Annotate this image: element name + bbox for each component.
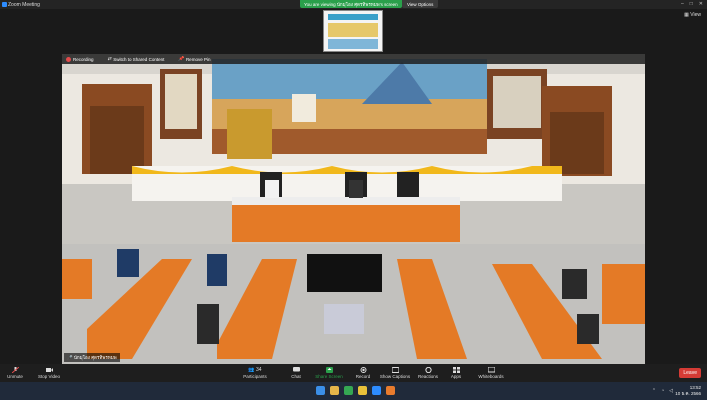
record-label: Record xyxy=(355,374,371,379)
view-label: View xyxy=(690,12,701,18)
mic-muted-icon: 🎤 xyxy=(67,355,74,360)
reactions-button[interactable]: Reactions xyxy=(416,364,440,382)
recording-indicator[interactable]: Recording xyxy=(66,56,94,62)
video-top-bar: Recording ⇄ Switch to Shared Content 📌 Rem… xyxy=(62,54,645,64)
switch-shared-content-button[interactable]: ⇄ Switch to Shared Content xyxy=(108,56,165,62)
share-screen-icon xyxy=(325,367,333,373)
shared-screen-thumbnail[interactable] xyxy=(323,10,383,52)
thumbnail-header xyxy=(328,14,378,20)
view-options-button[interactable]: View Options xyxy=(402,0,439,8)
thumbnail-content-lower xyxy=(328,39,378,49)
zoom-taskbar-icon[interactable] xyxy=(372,386,381,395)
apps-button[interactable]: Apps xyxy=(448,364,464,382)
taskbar-clock[interactable]: 13:52 10 ธ.ค. 2566 xyxy=(675,385,701,397)
start-menu-icon[interactable] xyxy=(316,386,325,395)
participants-button[interactable]: 👥 34 Participants xyxy=(240,364,270,382)
remove-pin-label: Remove Pin xyxy=(185,56,211,62)
switch-shared-content-label: Switch to Shared Content xyxy=(113,56,165,62)
maximize-icon[interactable]: □ xyxy=(690,1,693,7)
show-captions-button[interactable]: Show Captions xyxy=(378,364,412,382)
chat-icon xyxy=(292,367,300,372)
chat-button[interactable]: Chat xyxy=(288,364,304,382)
microphone-icon xyxy=(11,367,19,373)
main-video[interactable]: Recording ⇄ Switch to Shared Content 📌 Rem… xyxy=(62,54,645,364)
apps-label: Apps xyxy=(450,374,462,379)
meeting-toolbar: Unmute Stop Video 👥 34 Participants Chat… xyxy=(0,364,707,382)
network-icon[interactable]: ◔ xyxy=(661,388,664,394)
clock-date: 10 ธ.ค. 2566 xyxy=(675,391,701,396)
smiley-icon xyxy=(424,367,432,373)
volume-icon[interactable]: ◁ xyxy=(669,388,673,394)
chevron-up-icon[interactable]: ⌃ xyxy=(652,388,656,394)
whiteboard-icon xyxy=(487,367,495,373)
unmute-button[interactable]: Unmute xyxy=(6,364,24,382)
window-controls: – □ ✕ xyxy=(681,1,703,7)
participant-name: นักมุโอง ศุดรทิพรหมพ xyxy=(73,355,117,360)
remove-pin-button[interactable]: 📌 Remove Pin xyxy=(178,56,210,62)
taskbar-apps xyxy=(316,386,395,395)
stop-video-button[interactable]: Stop Video xyxy=(36,364,62,382)
line-app-icon[interactable] xyxy=(344,386,353,395)
system-tray: ⌃ ◔ ◁ xyxy=(652,388,673,394)
swap-icon: ⇄ xyxy=(107,56,112,61)
meeting-room-scene xyxy=(62,54,645,364)
participant-count: 34 xyxy=(256,367,262,373)
view-button[interactable]: ▦ View xyxy=(684,12,701,18)
record-icon xyxy=(360,367,366,373)
leave-button[interactable]: Leave xyxy=(679,368,701,378)
app-icon[interactable] xyxy=(386,386,395,395)
show-captions-label: Show Captions xyxy=(379,374,411,379)
record-dot-icon xyxy=(66,56,71,62)
close-icon[interactable]: ✕ xyxy=(699,1,703,7)
video-camera-icon xyxy=(45,368,53,372)
unmute-label: Unmute xyxy=(7,374,23,379)
zoom-logo-icon xyxy=(2,2,7,7)
record-button[interactable]: Record xyxy=(352,364,374,382)
captions-icon xyxy=(391,367,399,373)
view-options-label: View Options xyxy=(407,1,434,7)
sharing-banner[interactable]: You are viewing นักมุโอง ศุดรทิพรหมพ’s s… xyxy=(300,0,402,8)
participant-name-tag: 🎤 นักมุโอง ศุดรทิพรหมพ xyxy=(64,353,120,362)
os-taskbar: ⌃ ◔ ◁ 13:52 10 ธ.ค. 2566 xyxy=(0,382,707,400)
chat-label: Chat xyxy=(291,374,301,379)
share-screen-button[interactable]: Share Screen xyxy=(314,364,344,382)
participants-label: Participants xyxy=(243,374,267,379)
window-title: Zoom Meeting xyxy=(8,1,40,8)
sharing-banner-text: You are viewing นักมุโอง ศุดรทิพรหมพ’s s… xyxy=(304,1,398,7)
share-screen-label: Share Screen xyxy=(315,374,343,379)
recording-label: Recording xyxy=(73,56,94,62)
whiteboards-button[interactable]: Whiteboards xyxy=(476,364,506,382)
whiteboards-label: Whiteboards xyxy=(478,374,504,379)
pin-icon: 📌 xyxy=(178,56,184,61)
file-explorer-icon[interactable] xyxy=(330,386,339,395)
apps-grid-icon xyxy=(452,367,460,373)
reactions-label: Reactions xyxy=(417,374,438,379)
participants-icon: 👥 34 xyxy=(248,367,262,373)
thumbnail-content xyxy=(328,23,378,37)
minimize-icon[interactable]: – xyxy=(681,1,684,7)
stop-video-label: Stop Video xyxy=(38,374,60,379)
chrome-icon[interactable] xyxy=(358,386,367,395)
